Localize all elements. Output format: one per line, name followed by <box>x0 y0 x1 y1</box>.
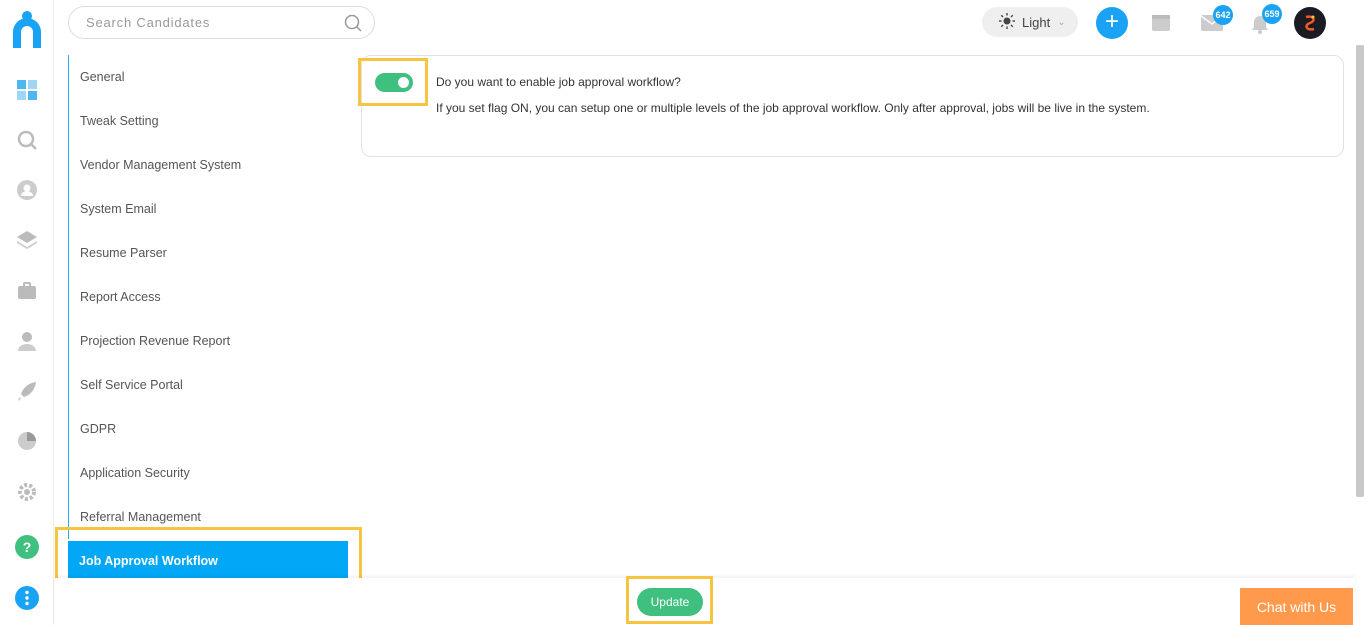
reports-pie-icon[interactable] <box>15 429 39 453</box>
theme-label: Light <box>1022 14 1051 30</box>
chat-with-us-button[interactable]: Chat with Us <box>1240 588 1353 625</box>
job-approval-toggle[interactable] <box>375 73 413 92</box>
search-icon[interactable] <box>15 128 39 152</box>
mail-count-badge: 642 <box>1213 5 1233 25</box>
settings-gear-icon[interactable] <box>15 480 39 504</box>
nav-item-projection-revenue-report[interactable]: Projection Revenue Report <box>68 319 350 363</box>
nav-item-system-email[interactable]: System Email <box>68 187 350 231</box>
candidates-icon[interactable] <box>15 178 39 202</box>
briefcase-icon[interactable] <box>15 279 39 303</box>
contacts-icon[interactable] <box>15 329 39 353</box>
nav-item-general[interactable]: General <box>68 55 350 99</box>
nav-item-gdpr[interactable]: GDPR <box>68 407 350 451</box>
layers-icon[interactable] <box>15 228 39 252</box>
chevron-down-icon: ⌄ <box>1057 16 1066 28</box>
sun-icon <box>999 12 1015 32</box>
icon-rail: ? <box>0 0 54 625</box>
search-input[interactable] <box>86 15 336 30</box>
nav-item-tweak-setting[interactable]: Tweak Setting <box>68 99 350 143</box>
search-bar <box>68 6 375 39</box>
calendar-icon[interactable] <box>1151 12 1173 34</box>
nav-item-application-security[interactable]: Application Security <box>68 451 350 495</box>
job-approval-question: Do you want to enable job approval workf… <box>436 75 681 89</box>
more-options-icon[interactable] <box>15 586 39 610</box>
notification-count-badge: 659 <box>1262 4 1282 24</box>
theme-selector[interactable]: Light ⌄ <box>982 7 1078 37</box>
nav-item-self-service-portal[interactable]: Self Service Portal <box>68 363 350 407</box>
job-approval-description: If you set flag ON, you can setup one or… <box>436 101 1150 115</box>
update-button[interactable]: Update <box>637 588 703 616</box>
rocket-icon[interactable] <box>15 379 39 403</box>
add-button[interactable]: + <box>1096 7 1128 39</box>
dashboard-icon[interactable] <box>15 78 39 102</box>
svg-text:?: ? <box>23 539 32 555</box>
toggle-knob <box>398 77 409 88</box>
app-logo[interactable] <box>9 10 45 50</box>
user-avatar[interactable] <box>1294 7 1326 39</box>
scrollbar[interactable] <box>1356 45 1364 497</box>
search-icon[interactable] <box>344 14 362 32</box>
nav-item-resume-parser[interactable]: Resume Parser <box>68 231 350 275</box>
nav-item-report-access[interactable]: Report Access <box>68 275 350 319</box>
settings-nav: General Tweak Setting Vendor Management … <box>68 55 350 581</box>
nav-item-vendor-management-system[interactable]: Vendor Management System <box>68 143 350 187</box>
help-icon[interactable]: ? <box>15 535 39 559</box>
